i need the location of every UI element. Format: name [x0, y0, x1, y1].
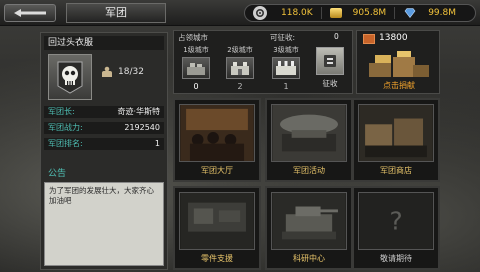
city-level-label: 2级城市	[227, 46, 253, 54]
power-row: 军团战力: 2192540	[44, 122, 164, 134]
claimable-value: 0	[334, 32, 339, 41]
gold-stack-icon	[369, 51, 429, 77]
resource-diamond: 99.8M	[399, 8, 460, 18]
leader-value: 奇迹·华斯特	[117, 107, 160, 116]
parts-support-image	[179, 192, 255, 250]
donate-panel[interactable]: 13800 点击捐献	[356, 30, 440, 94]
collect-button[interactable]: 征收	[314, 47, 346, 91]
tile-legion-shop[interactable]: 军团商店	[352, 98, 440, 182]
svg-text:?: ?	[389, 207, 402, 236]
tile-label: 科研中心	[293, 254, 325, 263]
gear-value: 118.0K	[281, 8, 313, 18]
legion-hall-image	[179, 104, 255, 162]
city-level-label: 3级城市	[273, 46, 299, 54]
occupied-cities-panel: 占领城市 可征收: 0 1级城市 0 2级城市 2 3级城市 1 征收	[173, 30, 353, 94]
legion-shop-image	[358, 104, 434, 162]
cities-heading: 占领城市	[178, 33, 208, 42]
tile-legion-event[interactable]: 军团活动	[265, 98, 353, 182]
top-bar: 军团 118.0K 905.8M 99.8M	[0, 0, 480, 26]
city-level-count: 2	[237, 82, 243, 91]
diamond-value: 99.8M	[428, 8, 457, 18]
notice-title: 公告	[48, 169, 67, 179]
members-icon	[102, 66, 112, 77]
back-button[interactable]	[4, 4, 56, 22]
power-label: 军团战力:	[48, 123, 83, 132]
collect-label: 征收	[322, 79, 338, 88]
tile-label: 军团活动	[293, 166, 325, 175]
resource-bar: 118.0K 905.8M 99.8M	[244, 4, 476, 22]
research-center-image	[271, 192, 347, 250]
member-count-value: 18/32	[118, 67, 144, 77]
divider	[394, 7, 396, 19]
city-level-1-icon	[182, 57, 210, 79]
gold-bar-icon	[329, 8, 342, 18]
gold-value: 905.8M	[352, 8, 387, 18]
diamond-icon	[404, 8, 416, 18]
resource-gear: 118.0K	[277, 8, 317, 18]
back-arrow-icon	[14, 9, 46, 17]
collect-icon	[316, 47, 344, 75]
legion-emblem[interactable]	[48, 54, 92, 100]
city-level-2: 2级城市 2	[220, 45, 260, 91]
city-level-3: 3级城市 1	[266, 45, 306, 91]
resource-gold: 905.8M	[326, 8, 391, 18]
rank-value: 1	[154, 139, 160, 148]
city-level-count: 1	[283, 82, 289, 91]
legion-name: 回过头衣服	[44, 36, 164, 50]
notice-text[interactable]: 为了军团的发展壮大，大家齐心加油吧	[44, 182, 164, 266]
tile-legion-hall[interactable]: 军团大厅	[173, 98, 261, 182]
member-count: 18/32	[100, 66, 144, 78]
gear-icon	[253, 6, 267, 20]
tile-coming-soon[interactable]: ? 敬请期待	[352, 186, 440, 270]
city-level-2-icon	[226, 57, 254, 79]
city-level-label: 1级城市	[183, 46, 209, 54]
tile-label: 军团大厅	[201, 166, 233, 175]
tile-parts-support[interactable]: 零件支援	[173, 186, 261, 270]
rank-label: 军团排名:	[48, 139, 83, 148]
tile-label: 军团商店	[380, 166, 412, 175]
legion-event-image	[271, 104, 347, 162]
power-value: 2192540	[124, 123, 160, 132]
crate-icon	[363, 34, 375, 44]
city-level-3-icon	[272, 57, 300, 79]
leader-row: 军团长: 奇迹·华斯特	[44, 106, 164, 118]
donate-label: 点击捐献	[383, 81, 415, 90]
city-level-1: 1级城市 0	[176, 45, 216, 91]
tile-label: 敬请期待	[380, 254, 412, 263]
city-level-count: 0	[193, 82, 199, 91]
leader-label: 军团长:	[48, 107, 75, 116]
rank-row: 军团排名: 1	[44, 138, 164, 150]
page-title: 军团	[66, 3, 166, 23]
question-mark-icon: ?	[358, 192, 434, 250]
claimable-label: 可征收:	[270, 33, 296, 42]
donate-value: 13800	[379, 33, 408, 43]
skull-icon	[57, 61, 83, 94]
tile-research-center[interactable]: 科研中心	[265, 186, 353, 270]
divider	[320, 7, 322, 19]
tile-label: 零件支援	[201, 254, 233, 263]
